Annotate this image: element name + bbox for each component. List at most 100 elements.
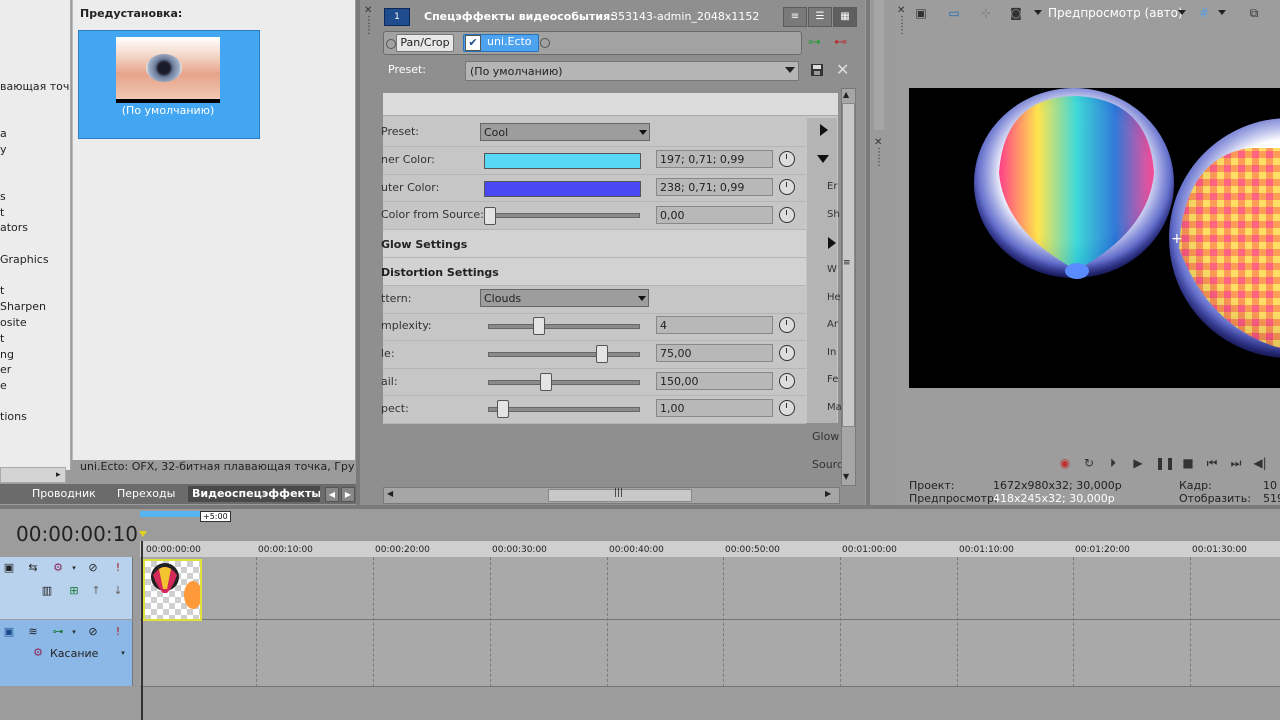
preview-quality-icon[interactable]: ◙ [1008,5,1024,21]
composite-mode-icon[interactable]: ⇆ [26,561,40,575]
make-parent-icon[interactable]: ↑ [89,584,103,598]
view-grid-icon[interactable]: ▦ [833,7,857,27]
chevron-down-icon[interactable] [1218,10,1226,15]
outer-color-value[interactable]: 238; 0,71; 0,99 [656,178,773,196]
track-fx-icon[interactable]: ⊶ [51,625,65,639]
list-item[interactable]: e [0,379,7,392]
play-from-start-icon[interactable]: ⏵ [1105,455,1121,471]
panel-grip-icon[interactable]: ✕ ⋮ ⋮ [874,138,884,168]
view-list-icon[interactable]: ≡ [783,7,807,27]
split-screen-icon[interactable]: ⊹ [978,5,994,21]
list-item[interactable]: t [0,332,4,345]
scroll-right-icon[interactable]: ▸ [56,470,61,480]
list-item[interactable]: Sharpen [0,300,46,313]
panel-grip-icon[interactable]: ✕ ⋮ ⋮ [897,6,907,36]
list-item[interactable]: а [0,127,7,140]
list-item[interactable]: osite [0,316,27,329]
track-fx-icon[interactable]: ⚙ [51,561,65,575]
pause-icon[interactable]: ❚❚ [1155,455,1175,471]
list-item[interactable]: ng [0,348,14,361]
go-to-end-icon[interactable]: ⏭ [1228,455,1244,471]
tab-scroll-right-icon[interactable]: ▶ [341,487,355,502]
list-item[interactable]: t [0,206,4,219]
video-track-lane[interactable] [140,557,1280,620]
save-preset-icon[interactable] [810,63,824,77]
scale-value[interactable]: 75,00 [656,344,773,362]
list-item[interactable]: Graphics [0,253,49,266]
gear-icon[interactable]: ⚙ [31,646,45,660]
tab-explorer[interactable]: Проводник [28,486,100,502]
panel-grip-icon[interactable]: ✕ ⋮ ⋮ [364,6,374,66]
pattern-dropdown[interactable]: Clouds [480,289,649,307]
outer-color-swatch[interactable] [484,181,641,197]
overlays-grid-icon[interactable]: # [1196,5,1212,21]
track-lane-2[interactable] [140,620,1280,687]
mute-icon[interactable]: ⊘ [86,625,100,639]
external-monitor-icon[interactable]: ▭ [946,5,962,21]
inner-color-value[interactable]: 197; 0,71; 0,99 [656,150,773,168]
solo-icon[interactable]: ! [111,561,125,575]
list-item[interactable]: t [0,284,4,297]
plugin-chain-remove-icon[interactable]: ⊷ [834,35,847,50]
animate-clock-icon[interactable] [779,207,795,223]
expand-right-icon[interactable] [820,124,828,136]
previous-frame-icon[interactable]: ◀| [1252,455,1268,471]
playhead-cursor[interactable] [141,541,143,720]
list-item[interactable]: s [0,190,6,203]
tab-video-fx[interactable]: Видеоспецэффекты [188,486,320,502]
slider-track[interactable] [488,213,640,218]
effects-list[interactable]: вающая точка а у s t ators Graphics t Sh… [0,0,71,470]
list-item[interactable]: tions [0,410,27,423]
chevron-down-icon[interactable]: ▾ [116,646,130,660]
mute-icon[interactable]: ⊘ [86,561,100,575]
aspect-slider-thumb[interactable] [497,400,509,418]
scroll-down-icon[interactable]: ▼ [843,472,849,481]
tab-scroll-left-icon[interactable]: ◀ [325,487,339,502]
aspect-value[interactable]: 1,00 [656,399,773,417]
panel-splitter[interactable] [356,0,360,505]
go-to-start-icon[interactable]: ⏮ [1204,455,1220,471]
preview-properties-icon[interactable]: ▣ [913,5,929,21]
composite-mode-icon[interactable]: ≋ [26,625,40,639]
animate-clock-icon[interactable] [779,317,795,333]
preview-canvas[interactable]: + [909,88,1280,388]
view-details-icon[interactable]: ☰ [808,7,832,27]
loop-playback-icon[interactable]: ↻ [1081,455,1097,471]
loop-region-bar[interactable] [140,511,200,517]
compositing-child-icon[interactable]: ⊞ [67,584,81,598]
detail-value[interactable]: 150,00 [656,372,773,390]
slider-track[interactable] [488,352,640,357]
expand-right-icon[interactable] [828,237,836,249]
chevron-down-icon[interactable] [1034,10,1042,15]
plugin-chain-add-icon[interactable]: ⊶ [808,35,821,50]
animate-clock-icon[interactable] [779,345,795,361]
complexity-value[interactable]: 4 [656,316,773,334]
animate-clock-icon[interactable] [779,400,795,416]
track-motion-icon[interactable]: ▣ [2,561,16,575]
level-slider-icon[interactable]: ▥ [40,584,54,598]
chevron-down-icon[interactable]: ▾ [67,561,81,575]
preset-dropdown[interactable]: (По умолчанию) [465,61,799,81]
slider-track[interactable] [488,380,640,385]
list-item[interactable]: er [0,363,11,376]
solo-icon[interactable]: ! [111,625,125,639]
tab-transitions[interactable]: Переходы [113,486,179,502]
chevron-down-icon[interactable]: ▾ [67,625,81,639]
slider-track[interactable] [488,324,640,329]
bypass-checkbox[interactable]: ✔ [465,35,481,51]
automation-mode-label[interactable]: Касание [50,647,98,660]
stop-icon[interactable]: ■ [1180,455,1196,471]
animate-clock-icon[interactable] [779,179,795,195]
collapse-down-icon[interactable] [817,155,829,163]
record-icon[interactable]: ◉ [1057,455,1073,471]
slider-track[interactable] [488,407,640,412]
animate-clock-icon[interactable] [779,151,795,167]
copy-snapshot-icon[interactable]: ⧉ [1246,5,1262,21]
make-child-icon[interactable]: ↓ [111,584,125,598]
play-icon[interactable]: ▶ [1130,455,1146,471]
chain-item-pan-crop[interactable]: Pan/Crop [396,34,454,52]
color-from-source-slider-thumb[interactable] [484,207,496,225]
video-event-clip[interactable] [143,559,202,621]
color-from-source-value[interactable]: 0,00 [656,206,773,224]
panel-splitter[interactable] [866,0,870,505]
